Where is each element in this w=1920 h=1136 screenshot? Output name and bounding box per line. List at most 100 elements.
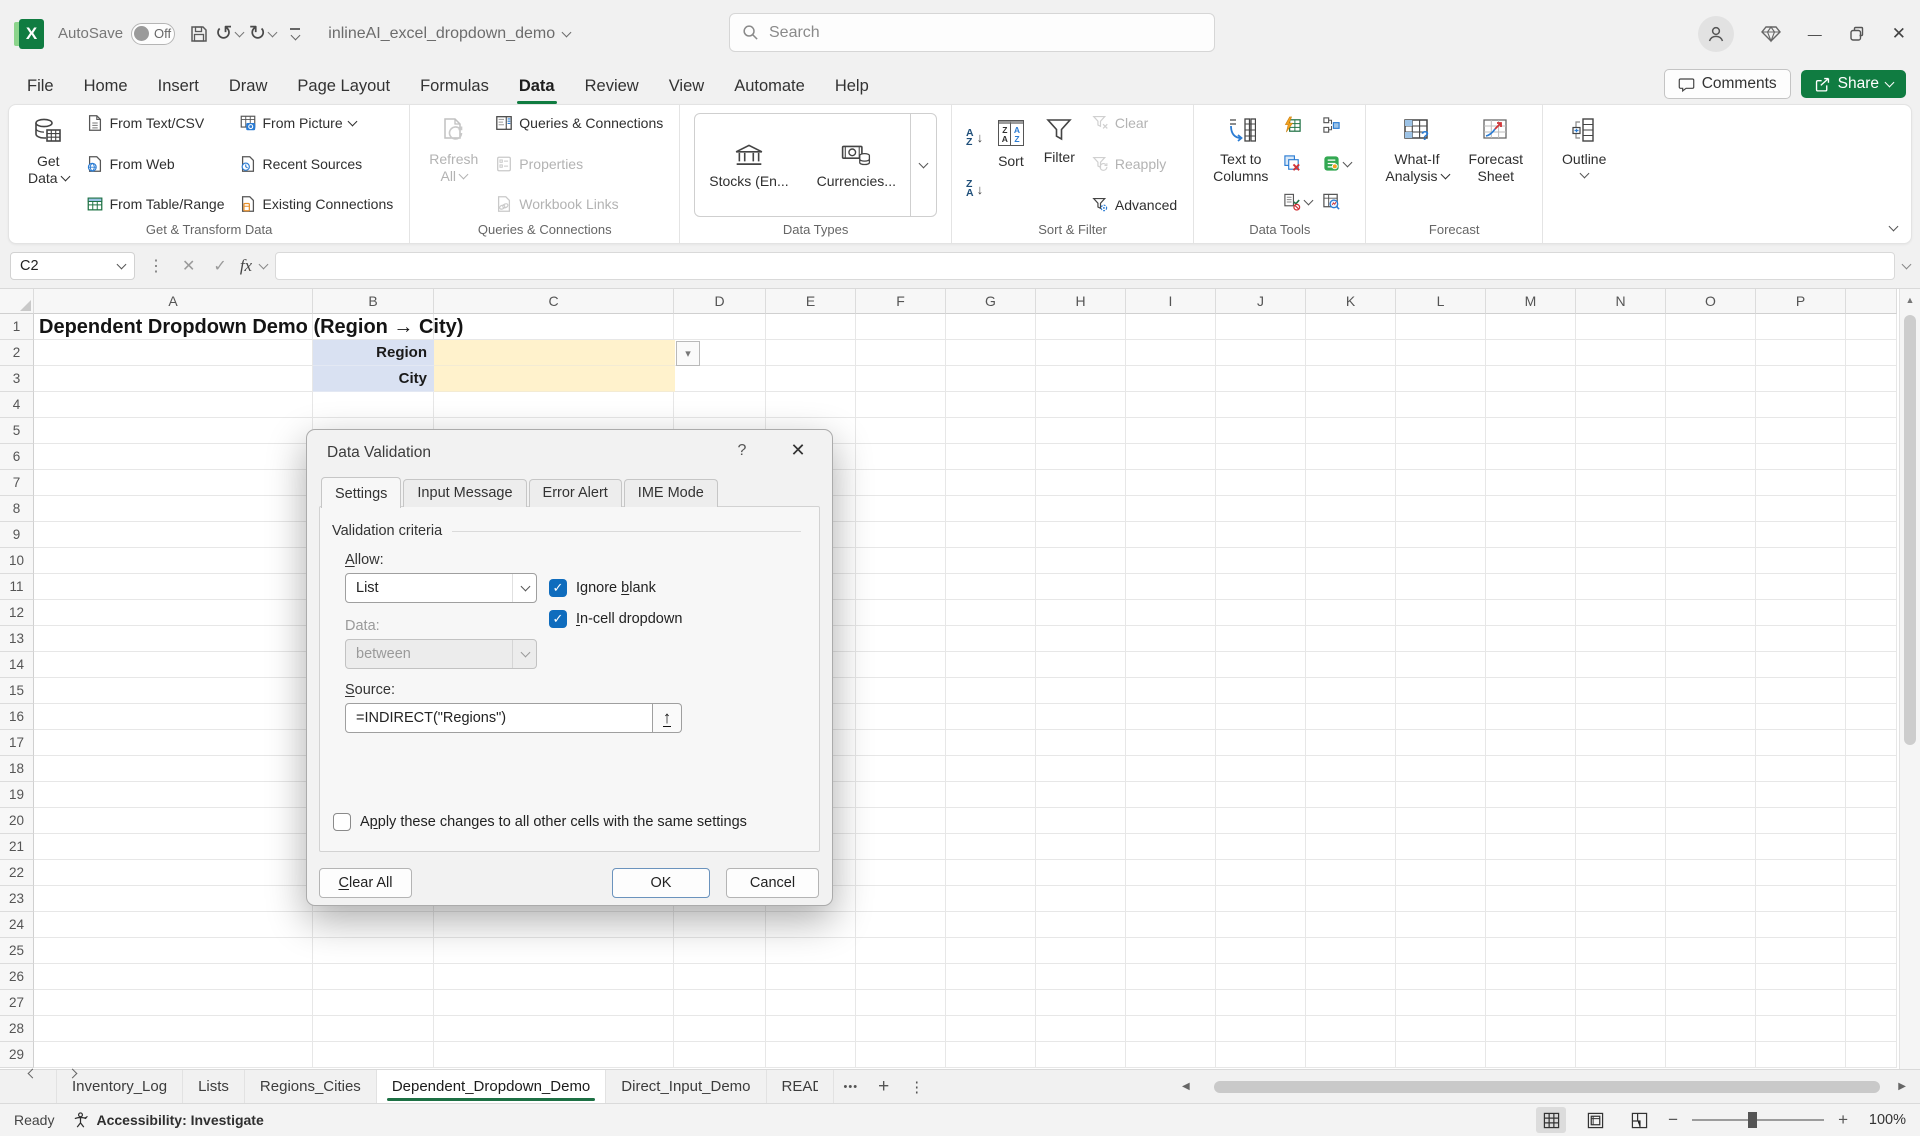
- select-all-corner[interactable]: [0, 289, 34, 314]
- grid-cell[interactable]: [1306, 418, 1396, 444]
- grid-cell[interactable]: [1846, 626, 1897, 652]
- sheet-tab-dependent_dropdown_demo[interactable]: Dependent_Dropdown_Demo: [377, 1070, 606, 1103]
- grid-cell[interactable]: [856, 704, 946, 730]
- row-header-19[interactable]: 19: [0, 782, 34, 808]
- grid-cell[interactable]: [34, 886, 313, 912]
- grid-cell[interactable]: [946, 340, 1036, 366]
- row-header-20[interactable]: 20: [0, 808, 34, 834]
- grid-cell[interactable]: [1216, 756, 1306, 782]
- document-title[interactable]: inlineAI_excel_dropdown_demo: [328, 25, 570, 43]
- grid-cell[interactable]: [1396, 730, 1486, 756]
- grid-cell[interactable]: [34, 678, 313, 704]
- grid-cell[interactable]: [1666, 600, 1756, 626]
- row-header-8[interactable]: 8: [0, 496, 34, 522]
- grid-cell[interactable]: [1846, 496, 1897, 522]
- grid-cell[interactable]: [1756, 418, 1846, 444]
- grid-cell[interactable]: [1036, 366, 1126, 392]
- grid-cell[interactable]: [1396, 756, 1486, 782]
- grid-cell[interactable]: [1396, 548, 1486, 574]
- grid-cell[interactable]: [1396, 964, 1486, 990]
- grid-cell[interactable]: [1666, 548, 1756, 574]
- grid-cell[interactable]: [1576, 522, 1666, 548]
- restore-button[interactable]: [1848, 25, 1866, 43]
- grid-cell[interactable]: [1216, 626, 1306, 652]
- save-button[interactable]: [189, 24, 209, 44]
- grid-cell[interactable]: [1576, 548, 1666, 574]
- column-header-g[interactable]: G: [946, 289, 1036, 314]
- grid-cell[interactable]: [1576, 392, 1666, 418]
- grid-cell[interactable]: [1036, 444, 1126, 470]
- grid-cell[interactable]: [1666, 1042, 1756, 1068]
- properties-button[interactable]: Properties: [489, 153, 669, 175]
- grid-cell[interactable]: [946, 756, 1036, 782]
- grid-cell[interactable]: [1126, 808, 1216, 834]
- grid-cell[interactable]: [1216, 366, 1306, 392]
- grid-cell[interactable]: [1486, 990, 1576, 1016]
- column-header-p[interactable]: P: [1756, 289, 1846, 314]
- grid-cell[interactable]: [1846, 1016, 1897, 1042]
- grid-cell[interactable]: [674, 1042, 766, 1068]
- grid-cell[interactable]: [1306, 912, 1396, 938]
- row-header-17[interactable]: 17: [0, 730, 34, 756]
- grid-cell[interactable]: [946, 704, 1036, 730]
- stocks-data-type[interactable]: Stocks (En...: [695, 114, 802, 216]
- grid-cell[interactable]: [1756, 704, 1846, 730]
- grid-cell[interactable]: [1396, 886, 1486, 912]
- grid-cell[interactable]: [1216, 652, 1306, 678]
- column-header-i[interactable]: I: [1126, 289, 1216, 314]
- grid-cell[interactable]: [1306, 678, 1396, 704]
- manage-data-model-button[interactable]: [1318, 190, 1355, 213]
- excel-logo-icon[interactable]: X: [14, 19, 44, 49]
- menu-tab-review[interactable]: Review: [570, 73, 654, 100]
- from-table-range-button[interactable]: From Table/Range: [80, 193, 231, 215]
- grid-cell[interactable]: [1036, 808, 1126, 834]
- grid-cell[interactable]: [1036, 886, 1126, 912]
- grid-cell[interactable]: [1396, 834, 1486, 860]
- grid-cell[interactable]: [1216, 548, 1306, 574]
- row-header-18[interactable]: 18: [0, 756, 34, 782]
- grid-cell[interactable]: [434, 964, 674, 990]
- grid-cell[interactable]: [1126, 990, 1216, 1016]
- column-header-l[interactable]: L: [1396, 289, 1486, 314]
- cell-a1-title[interactable]: Dependent Dropdown Demo (Region → City): [39, 314, 463, 340]
- grid-cell[interactable]: [946, 626, 1036, 652]
- cell-b3-city-label[interactable]: City: [313, 366, 434, 392]
- grid-cell[interactable]: [1756, 834, 1846, 860]
- menu-tab-data[interactable]: Data: [504, 73, 570, 100]
- column-header-e[interactable]: E: [766, 289, 856, 314]
- search-input[interactable]: Search: [729, 13, 1215, 52]
- formula-input[interactable]: [275, 252, 1895, 280]
- grid-cell[interactable]: [1036, 678, 1126, 704]
- grid-cell[interactable]: [1756, 366, 1846, 392]
- grid-cell[interactable]: [34, 808, 313, 834]
- grid-cell[interactable]: [1216, 392, 1306, 418]
- grid-cell[interactable]: [1126, 834, 1216, 860]
- grid-cell[interactable]: [1486, 808, 1576, 834]
- scroll-left-icon[interactable]: ◀: [1182, 1081, 1190, 1092]
- grid-cell[interactable]: [34, 652, 313, 678]
- row-header-11[interactable]: 11: [0, 574, 34, 600]
- existing-connections-button[interactable]: Existing Connections: [233, 193, 400, 215]
- grid-cell[interactable]: [1216, 1042, 1306, 1068]
- in-cell-dropdown-button[interactable]: ▾: [676, 341, 700, 366]
- grid-cell[interactable]: [1666, 782, 1756, 808]
- grid-cell[interactable]: [1306, 782, 1396, 808]
- sort-descending-button[interactable]: ZA↓: [962, 178, 987, 200]
- grid-cell[interactable]: [34, 522, 313, 548]
- grid-cell[interactable]: [1126, 470, 1216, 496]
- grid-cell[interactable]: [946, 600, 1036, 626]
- grid-cell[interactable]: [1576, 574, 1666, 600]
- grid-cell[interactable]: [1036, 704, 1126, 730]
- advanced-filter-button[interactable]: Advanced: [1086, 194, 1183, 215]
- grid-cell[interactable]: [1756, 782, 1846, 808]
- close-button[interactable]: ✕: [1892, 24, 1906, 44]
- grid-cell[interactable]: [946, 678, 1036, 704]
- grid-cell[interactable]: [1666, 418, 1756, 444]
- row-header-5[interactable]: 5: [0, 418, 34, 444]
- grid-cell[interactable]: [946, 496, 1036, 522]
- column-header-f[interactable]: F: [856, 289, 946, 314]
- grid-cell[interactable]: [766, 314, 856, 340]
- grid-cell[interactable]: [1846, 600, 1897, 626]
- grid-cell[interactable]: [1396, 808, 1486, 834]
- vertical-scrollbar[interactable]: ▲: [1899, 289, 1920, 1069]
